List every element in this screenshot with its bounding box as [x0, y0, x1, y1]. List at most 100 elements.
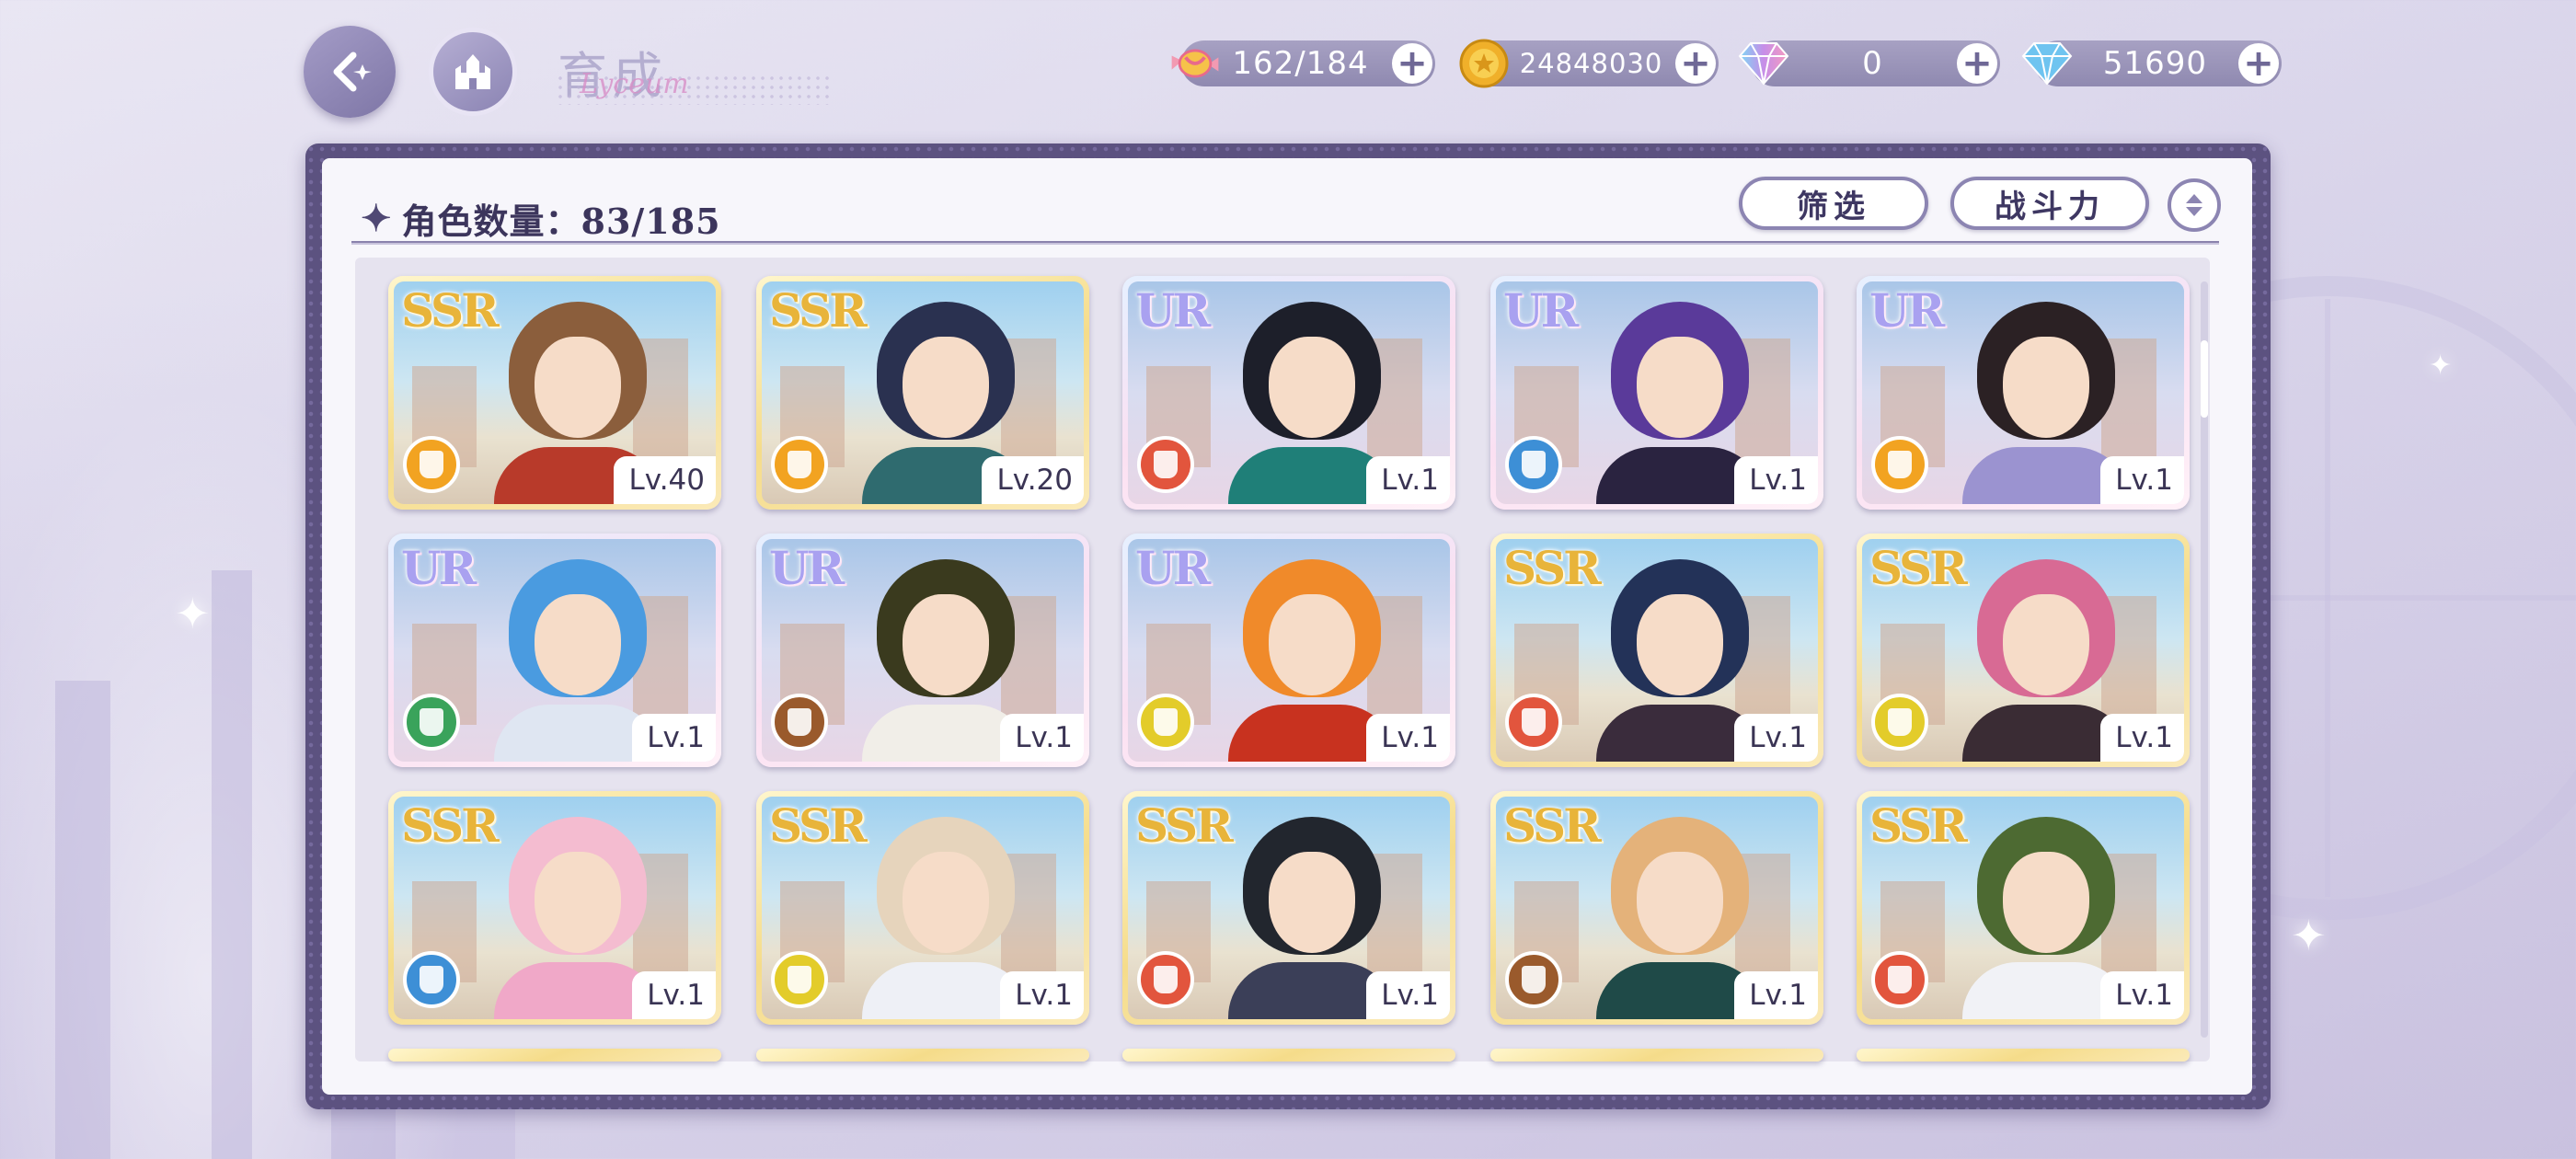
character-portrait: UR Lv.1	[1128, 539, 1450, 762]
attribute-icon	[1137, 694, 1194, 751]
attribute-icon	[1871, 694, 1928, 751]
level-badge: Lv.1	[632, 714, 716, 762]
add-candy-button[interactable]: +	[1392, 43, 1432, 84]
character-card[interactable]: SSR Lv.1	[1857, 534, 2190, 767]
character-card[interactable]: SSR Lv.1	[1490, 534, 1823, 767]
home-button[interactable]	[429, 28, 517, 116]
character-card[interactable]: UR Lv.1	[1122, 276, 1455, 510]
rarity-badge: UR	[1869, 283, 1945, 338]
level-badge: Lv.1	[1366, 456, 1450, 504]
filter-button[interactable]: 筛选	[1739, 177, 1928, 230]
attribute-icon	[1505, 436, 1562, 493]
back-button[interactable]	[304, 26, 396, 118]
candy-icon	[1167, 35, 1224, 92]
character-portrait: UR Lv.1	[1862, 281, 2184, 504]
level-badge: Lv.40	[614, 456, 716, 504]
level-badge: Lv.1	[1366, 971, 1450, 1019]
sort-down-icon	[2186, 207, 2202, 216]
character-portrait: SSR Lv.1	[762, 797, 1084, 1019]
character-card[interactable]: UR Lv.1	[1122, 534, 1455, 767]
level-badge: Lv.1	[1734, 714, 1818, 762]
attribute-icon	[771, 694, 828, 751]
rainbow-diamond-icon	[1735, 35, 1792, 92]
character-card-partial[interactable]	[1857, 1049, 2190, 1061]
character-portrait: SSR Lv.1	[1496, 539, 1818, 762]
character-portrait: SSR Lv.40	[394, 281, 716, 504]
level-badge: Lv.20	[982, 456, 1084, 504]
character-portrait: UR Lv.1	[1128, 281, 1450, 504]
attribute-icon	[403, 694, 460, 751]
gold-coin-icon	[1455, 35, 1512, 92]
rarity-badge: UR	[401, 541, 477, 595]
attribute-icon	[403, 436, 460, 493]
level-badge: Lv.1	[1000, 714, 1084, 762]
sparkle-icon: ✦	[2429, 350, 2453, 382]
character-card[interactable]: SSR Lv.1	[756, 791, 1089, 1025]
character-portrait: SSR Lv.1	[1128, 797, 1450, 1019]
character-portrait: SSR Lv.1	[1496, 797, 1818, 1019]
character-card[interactable]: SSR Lv.1	[1490, 791, 1823, 1025]
character-count-label: 角色数量：83/185	[401, 201, 721, 242]
character-portrait: UR Lv.1	[1496, 281, 1818, 504]
character-card[interactable]: UR Lv.1	[1857, 276, 2190, 510]
attribute-icon	[1505, 951, 1562, 1008]
level-badge: Lv.1	[1366, 714, 1450, 762]
attribute-icon	[1871, 436, 1928, 493]
character-card[interactable]: UR Lv.1	[756, 534, 1089, 767]
character-card[interactable]: UR Lv.1	[388, 534, 721, 767]
rarity-badge: UR	[1135, 283, 1211, 338]
sparkle-icon: ✦	[2291, 911, 2327, 960]
rarity-badge: UR	[1503, 283, 1579, 338]
character-count-header: ✦ 角色数量：83/185	[361, 193, 721, 244]
character-portrait: SSR Lv.1	[1862, 797, 2184, 1019]
character-portrait: UR Lv.1	[394, 539, 716, 762]
level-badge: Lv.1	[2100, 456, 2184, 504]
character-card-partial[interactable]	[756, 1049, 1089, 1061]
attribute-icon	[771, 436, 828, 493]
title-script: Lyceum	[580, 68, 689, 100]
character-card-partial[interactable]	[1122, 1049, 1455, 1061]
sort-up-icon	[2186, 194, 2202, 203]
rarity-badge: SSR	[769, 798, 868, 853]
add-gold-button[interactable]: +	[1675, 43, 1716, 84]
blue-diamond-icon	[2018, 35, 2076, 92]
scrollbar-thumb[interactable]	[2201, 340, 2208, 418]
level-badge: Lv.1	[2100, 714, 2184, 762]
attribute-icon	[1137, 951, 1194, 1008]
rarity-badge: SSR	[1869, 541, 1968, 595]
sort-order-toggle[interactable]	[2168, 178, 2221, 232]
attribute-icon	[771, 951, 828, 1008]
character-card[interactable]: SSR Lv.1	[1122, 791, 1455, 1025]
character-card[interactable]: SSR Lv.1	[1857, 791, 2190, 1025]
attribute-icon	[1871, 951, 1928, 1008]
sort-by-power-button[interactable]: 战斗力	[1950, 177, 2149, 230]
attribute-icon	[1137, 436, 1194, 493]
rarity-badge: SSR	[1503, 798, 1602, 853]
rarity-badge: UR	[1135, 541, 1211, 595]
character-portrait: SSR Lv.1	[1862, 539, 2184, 762]
character-card[interactable]: SSR Lv.40	[388, 276, 721, 510]
attribute-icon	[403, 951, 460, 1008]
rarity-badge: SSR	[769, 283, 868, 338]
rarity-badge: SSR	[1869, 798, 1968, 853]
sparkle-icon: ✦	[175, 589, 211, 638]
header-divider	[351, 241, 2219, 245]
character-card[interactable]: UR Lv.1	[1490, 276, 1823, 510]
add-rainbow-gem-button[interactable]: +	[1957, 43, 1997, 84]
character-portrait: UR Lv.1	[762, 539, 1084, 762]
level-badge: Lv.1	[632, 971, 716, 1019]
character-card-partial[interactable]	[1490, 1049, 1823, 1061]
attribute-icon	[1505, 694, 1562, 751]
castle-icon	[455, 54, 490, 89]
character-card-partial[interactable]	[388, 1049, 721, 1061]
character-portrait: SSR Lv.20	[762, 281, 1084, 504]
rarity-badge: SSR	[1135, 798, 1234, 853]
character-portrait: SSR Lv.1	[394, 797, 716, 1019]
character-card[interactable]: SSR Lv.1	[388, 791, 721, 1025]
add-diamond-button[interactable]: +	[2238, 43, 2279, 84]
character-card[interactable]: SSR Lv.20	[756, 276, 1089, 510]
level-badge: Lv.1	[1000, 971, 1084, 1019]
rarity-badge: SSR	[401, 283, 500, 338]
level-badge: Lv.1	[2100, 971, 2184, 1019]
four-point-star-icon: ✦	[361, 197, 393, 240]
